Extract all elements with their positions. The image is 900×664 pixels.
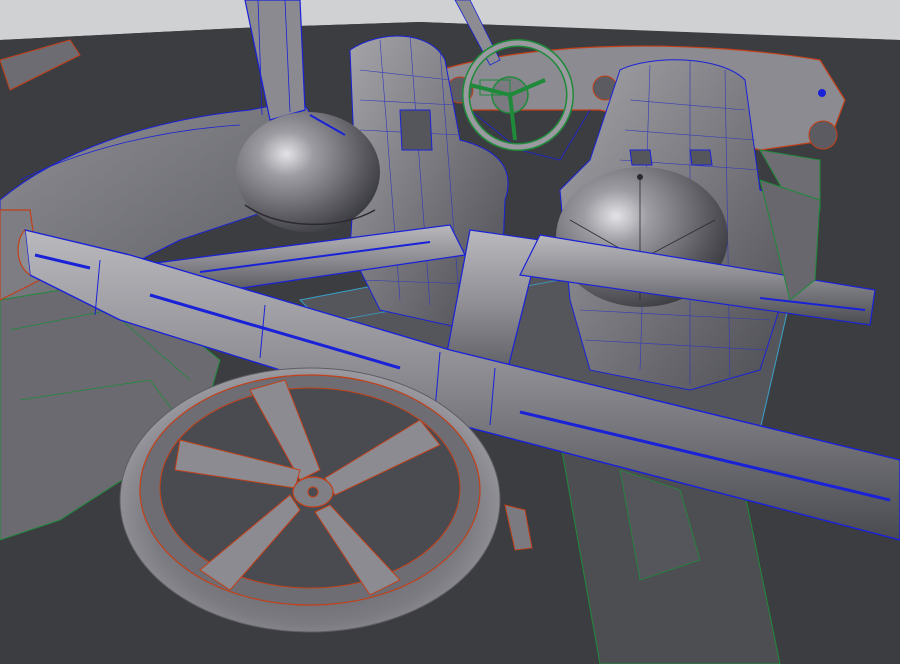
blue-marker xyxy=(818,89,826,97)
right-air-vent xyxy=(808,120,838,150)
scene-canvas[interactable] xyxy=(0,0,900,664)
3d-viewport[interactable] xyxy=(0,0,900,664)
driver-helmet[interactable] xyxy=(236,112,380,232)
